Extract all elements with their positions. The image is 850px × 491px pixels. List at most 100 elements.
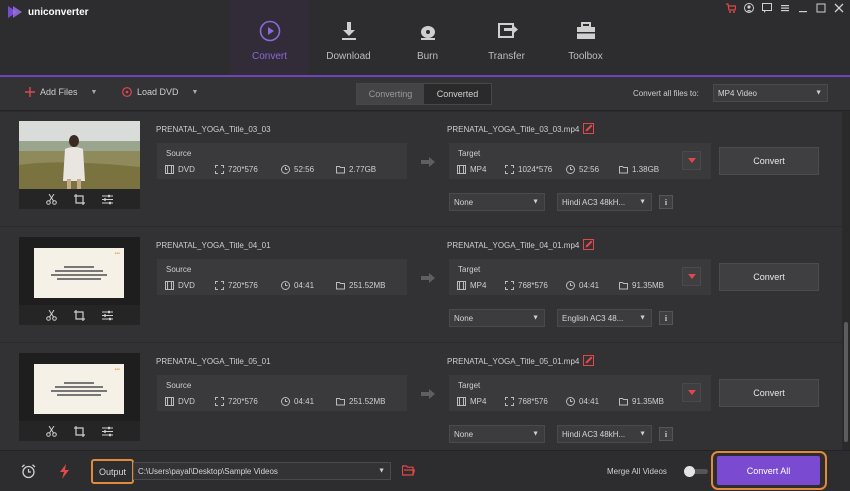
maximize-icon[interactable]	[816, 3, 826, 13]
output-format-select[interactable]: MP4 Video ▼	[713, 84, 828, 102]
tab-converting[interactable]: Converting	[357, 84, 424, 104]
video-thumbnail	[19, 121, 140, 209]
convert-button[interactable]: Convert	[719, 147, 819, 175]
edit-icon[interactable]	[583, 239, 594, 250]
effects-icon[interactable]	[102, 194, 114, 205]
source-panel: Source DVD 720*576 04:41 251.52MB	[157, 375, 407, 411]
target-panel[interactable]: Target MP4 768*576 04:41 91.35MB	[449, 259, 711, 295]
convert-all-to-label: Convert all files to:	[633, 89, 699, 98]
target-format-dropdown[interactable]	[682, 151, 701, 170]
output-format-value: MP4 Video	[718, 88, 757, 98]
scissors-icon[interactable]	[45, 193, 57, 205]
source-format: DVD	[165, 165, 195, 174]
tab-convert[interactable]: Convert	[230, 0, 309, 76]
dvd-icon	[122, 87, 132, 97]
source-label: Source	[166, 265, 192, 274]
source-duration: 04:41	[281, 281, 314, 290]
audio-track-select[interactable]: Hindi AC3 48kH... ▼	[557, 193, 652, 211]
effects-icon[interactable]	[102, 310, 114, 321]
list-scrollbar[interactable]	[842, 112, 850, 450]
tab-transfer[interactable]: Transfer	[467, 0, 546, 76]
folder-icon	[619, 398, 628, 406]
target-panel[interactable]: Target MP4 768*576 04:41 91.35MB	[449, 375, 711, 411]
tab-toolbox[interactable]: Toolbox	[546, 0, 625, 76]
source-duration: 52:56	[281, 165, 314, 174]
subtitle-select[interactable]: None ▼	[449, 309, 545, 327]
source-size: 251.52MB	[336, 397, 385, 406]
merge-all-toggle[interactable]	[684, 466, 708, 477]
target-format: MP4	[457, 165, 486, 174]
chevron-down-icon[interactable]: ▼	[91, 89, 98, 96]
thumbnail-image[interactable]: ●●●	[19, 353, 140, 421]
add-files-button[interactable]: Add Files ▼	[25, 87, 97, 97]
app-logo: uniconverter	[8, 6, 89, 18]
tab-download[interactable]: Download	[309, 0, 388, 76]
chevron-down-icon	[687, 158, 696, 163]
open-folder-icon[interactable]	[402, 465, 415, 476]
lightning-icon[interactable]	[57, 464, 72, 479]
convert-button[interactable]: Convert	[719, 263, 819, 291]
thumbnail-image[interactable]	[19, 121, 140, 189]
target-resolution: 1024*576	[505, 165, 552, 174]
subtitle-select[interactable]: None ▼	[449, 425, 545, 443]
cart-icon[interactable]	[726, 3, 736, 13]
chevron-down-icon: ▼	[532, 314, 539, 322]
crop-icon[interactable]	[73, 425, 85, 437]
convert-button[interactable]: Convert	[719, 379, 819, 407]
convert-all-button[interactable]: Convert All	[717, 456, 820, 485]
crop-icon[interactable]	[73, 309, 85, 321]
target-panel[interactable]: Target MP4 1024*576 52:56 1.38GB	[449, 143, 711, 179]
target-format-dropdown[interactable]	[682, 267, 701, 286]
window-controls	[726, 3, 844, 13]
audio-track-select[interactable]: Hindi AC3 48kH... ▼	[557, 425, 652, 443]
crop-icon[interactable]	[73, 193, 85, 205]
minimize-icon[interactable]	[798, 3, 808, 13]
clock-icon	[566, 165, 575, 174]
close-icon[interactable]	[834, 3, 844, 13]
target-format-dropdown[interactable]	[682, 383, 701, 402]
subtitle-select[interactable]: None ▼	[449, 193, 545, 211]
scrollbar-thumb[interactable]	[844, 322, 848, 442]
clock-icon	[281, 397, 290, 406]
source-size: 251.52MB	[336, 281, 385, 290]
feedback-icon[interactable]	[762, 3, 772, 13]
source-panel: Source DVD 720*576 04:41 251.52MB	[157, 259, 407, 295]
thumbnail-image[interactable]: ●●●	[19, 237, 140, 305]
output-path-select[interactable]: C:\Users\payal\Desktop\Sample Videos ▼	[133, 462, 391, 480]
video-thumbnail: ●●●	[19, 237, 140, 325]
target-duration: 04:41	[566, 281, 599, 290]
info-icon[interactable]: i	[659, 311, 673, 325]
edit-icon[interactable]	[583, 355, 594, 366]
user-icon[interactable]	[744, 3, 754, 13]
list-item: ●●● PRENATAL_YOGA_Title_04_01 Source DVD	[0, 228, 842, 343]
source-title: PRENATAL_YOGA_Title_05_01	[156, 357, 271, 366]
folder-icon	[336, 398, 345, 406]
resolution-icon	[505, 281, 514, 290]
tab-converted[interactable]: Converted	[424, 84, 491, 104]
load-dvd-button[interactable]: Load DVD ▼	[122, 87, 198, 97]
output-path-value: C:\Users\payal\Desktop\Sample Videos	[138, 466, 278, 476]
chevron-down-icon[interactable]: ▼	[192, 89, 199, 96]
film-icon	[457, 397, 466, 406]
app-name: uniconverter	[28, 6, 89, 18]
audio-track-select[interactable]: English AC3 48... ▼	[557, 309, 652, 327]
info-icon[interactable]: i	[659, 427, 673, 441]
source-format: DVD	[165, 281, 195, 290]
chevron-down-icon: ▼	[815, 89, 822, 97]
menu-icon[interactable]	[780, 3, 790, 13]
alarm-clock-icon[interactable]	[21, 464, 36, 479]
film-icon	[165, 165, 174, 174]
effects-icon[interactable]	[102, 426, 114, 437]
target-filename: PRENATAL_YOGA_Title_03_03.mp4	[447, 125, 580, 134]
target-resolution: 768*576	[505, 281, 548, 290]
resolution-icon	[215, 397, 224, 406]
source-panel: Source DVD 720*576 52:56 2.77GB	[157, 143, 407, 179]
scissors-icon[interactable]	[45, 309, 57, 321]
info-icon[interactable]: i	[659, 195, 673, 209]
top-bar: uniconverter Convert Download Burn Trans…	[0, 0, 850, 77]
source-duration: 04:41	[281, 397, 314, 406]
scissors-icon[interactable]	[45, 425, 57, 437]
edit-icon[interactable]	[583, 123, 594, 134]
tab-burn[interactable]: Burn	[388, 0, 467, 76]
film-icon	[165, 281, 174, 290]
